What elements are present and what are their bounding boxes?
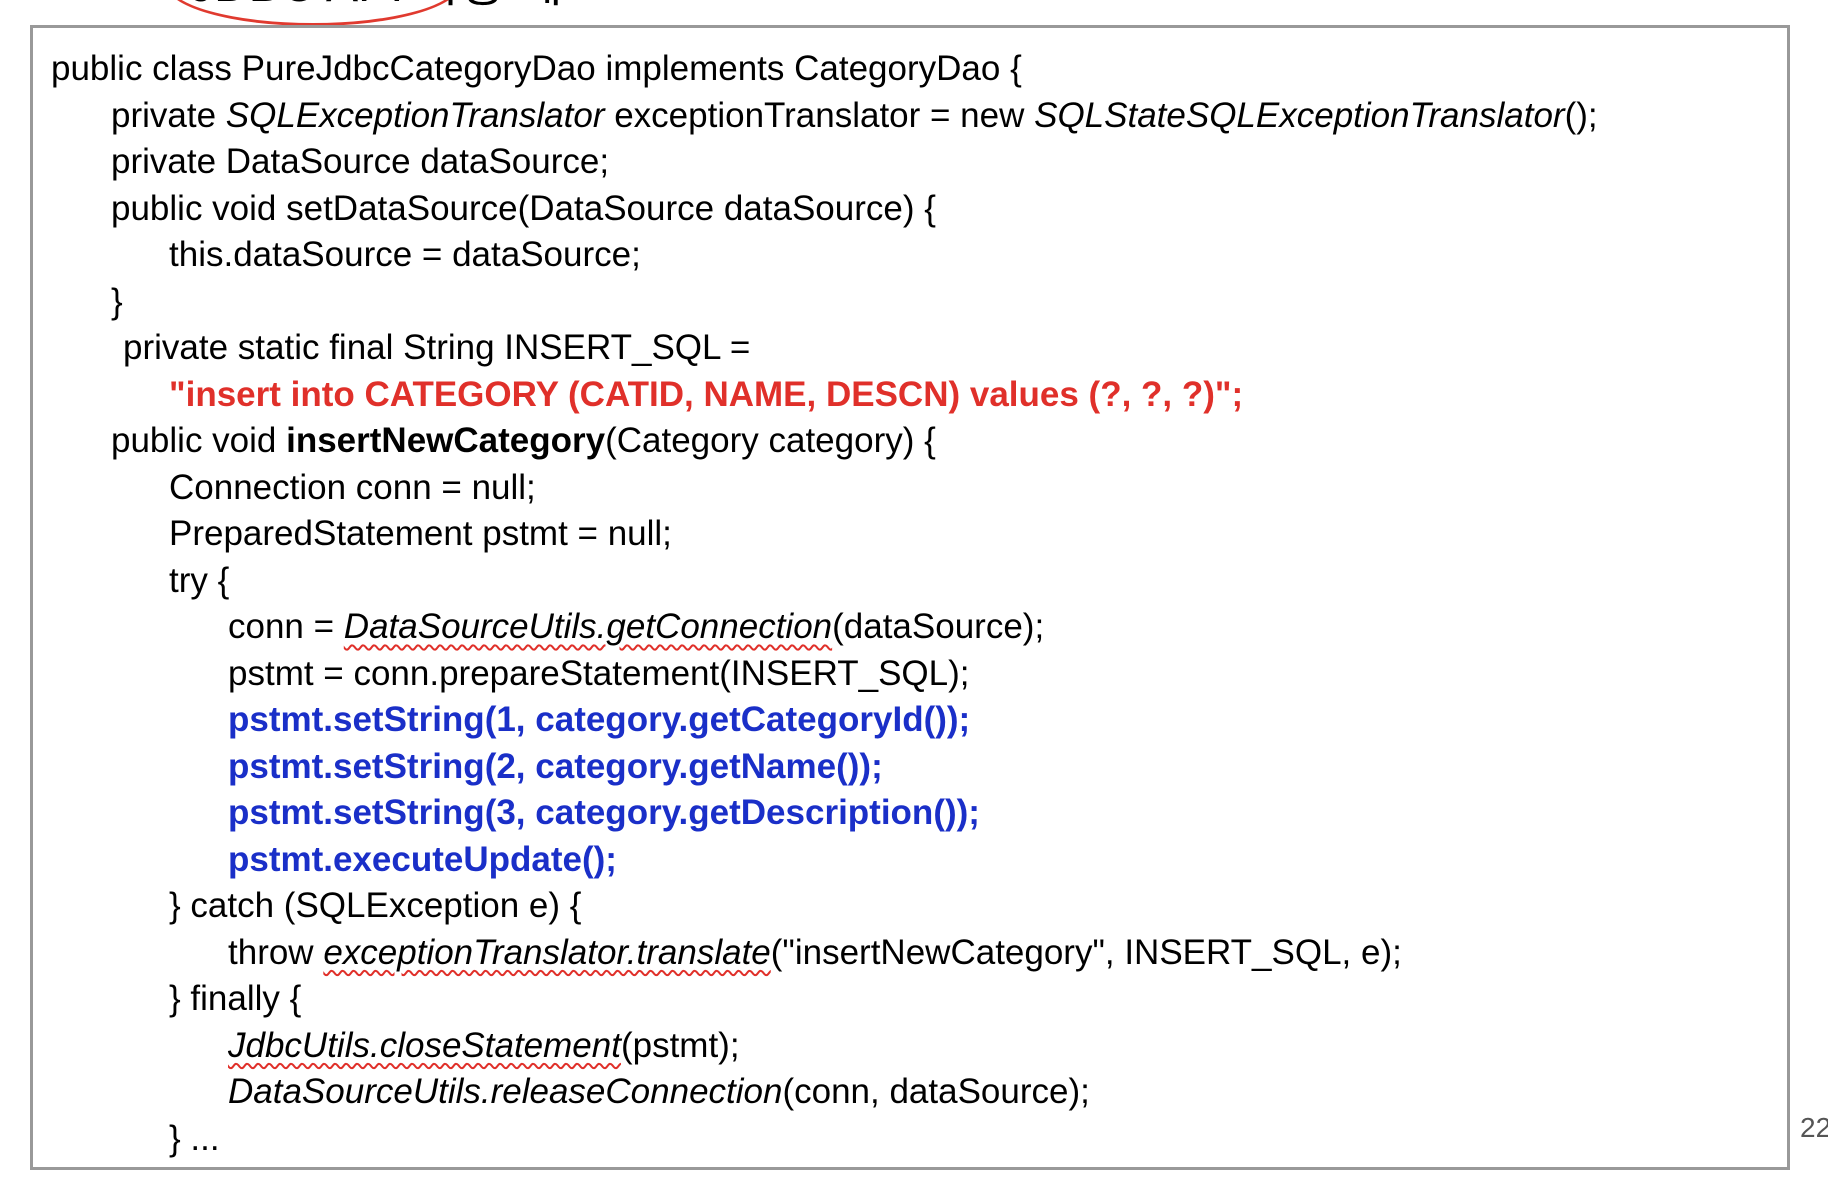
code-line-execute-update: pstmt.executeUpdate(); [33,837,1787,884]
code-call-italic: DataSourceUtils.releaseConnection [228,1072,783,1111]
code-line-throw: throw exceptionTranslator.translate("ins… [33,930,1787,977]
code-line-datasource-field: private DataSource dataSource; [33,139,1787,186]
code-line-translator-field: private SQLExceptionTranslator exception… [33,93,1787,140]
sql-string-literal: "insert into CATEGORY (CATID, NAME, DESC… [169,374,1244,414]
code-line-set-string-1: pstmt.setString(1, category.getCategoryI… [33,697,1787,744]
code-line-insert-sql-decl: private static final String INSERT_SQL = [33,325,1787,372]
code-text: private [111,95,226,135]
code-text: (); [1564,95,1598,135]
code-line-try: try { [33,558,1787,605]
underlined-call: exceptionTranslator.translate [323,932,771,972]
code-line-finally: } finally { [33,976,1787,1023]
highlighted-call: pstmt.setString(2, category.getName()); [228,746,883,786]
code-type-italic: SQLStateSQLExceptionTranslator [1034,95,1565,135]
code-listing-frame: public class PureJdbcCategoryDao impleme… [30,25,1790,1170]
method-name-bold: insertNewCategory [286,421,606,460]
code-type-italic: SQLExceptionTranslator [225,95,605,135]
code-line-release-connection: DataSourceUtils.releaseConnection(conn, … [33,1069,1787,1116]
highlighted-call: pstmt.setString(3, category.getDescripti… [228,793,980,832]
code-line-close-statement: JdbcUtils.closeStatement(pstmt); [33,1023,1787,1070]
code-text: (Category category) { [605,421,936,460]
code-text: private static final String INSERT_SQL = [123,328,751,367]
code-text: } catch (SQLException e) { [169,886,582,925]
code-text: PreparedStatement pstmt = null; [169,514,672,553]
code-line-finally-close: } ... [33,1116,1787,1163]
code-text: public void [111,421,287,460]
code-line-set-string-3: pstmt.setString(3, category.getDescripti… [33,790,1787,837]
code-line-method-decl: public void insertNewCategory(Category c… [33,418,1787,465]
slide-title: JDBC API 사용 예 [190,0,563,10]
code-text: conn = [228,607,344,646]
underlined-call: DataSourceUtils.getConnection [343,607,833,646]
code-text: (conn, dataSource); [782,1072,1090,1111]
code-text: } finally { [169,979,302,1018]
highlighted-call: pstmt.setString(1, category.getCategoryI… [228,700,971,739]
code-text: (pstmt); [620,1025,740,1065]
code-line-class-decl: public class PureJdbcCategoryDao impleme… [33,46,1787,93]
code-text: private DataSource dataSource; [111,142,610,181]
highlighted-call: pstmt.executeUpdate(); [228,839,617,879]
code-text: throw [228,932,324,972]
code-line-set-string-2: pstmt.setString(2, category.getName()); [33,744,1787,791]
code-line-pstmt-init: PreparedStatement pstmt = null; [33,511,1787,558]
code-line-insert-sql-string: "insert into CATEGORY (CATID, NAME, DESC… [33,372,1787,419]
code-text: ("insertNewCategory", INSERT_SQL, e); [770,932,1402,972]
code-text: (dataSource); [832,607,1045,646]
code-text: pstmt = conn.prepareStatement(INSERT_SQL… [228,653,970,693]
code-text: try { [169,560,230,600]
page-number: 22 [1800,1112,1828,1143]
code-text: } ... [169,1118,220,1158]
code-line-setter-body: this.dataSource = dataSource; [33,232,1787,279]
code-line-prepare-statement: pstmt = conn.prepareStatement(INSERT_SQL… [33,651,1787,698]
code-line-catch: } catch (SQLException e) { [33,883,1787,930]
code-line-get-connection: conn = DataSourceUtils.getConnection(dat… [33,604,1787,651]
underlined-call: JdbcUtils.closeStatement [228,1025,621,1065]
code-text: this.dataSource = dataSource; [169,235,641,274]
code-listing: public class PureJdbcCategoryDao impleme… [33,46,1787,1162]
code-line-setter-close: } [33,279,1787,326]
code-text: public void setDataSource(DataSource dat… [111,188,936,228]
code-text: } [111,281,123,321]
code-line-conn-init: Connection conn = null; [33,465,1787,512]
code-text: exceptionTranslator = new [604,95,1035,135]
code-text: Connection conn = null; [169,467,536,507]
code-text: public class PureJdbcCategoryDao impleme… [51,49,1022,88]
code-line-setter-decl: public void setDataSource(DataSource dat… [33,186,1787,233]
